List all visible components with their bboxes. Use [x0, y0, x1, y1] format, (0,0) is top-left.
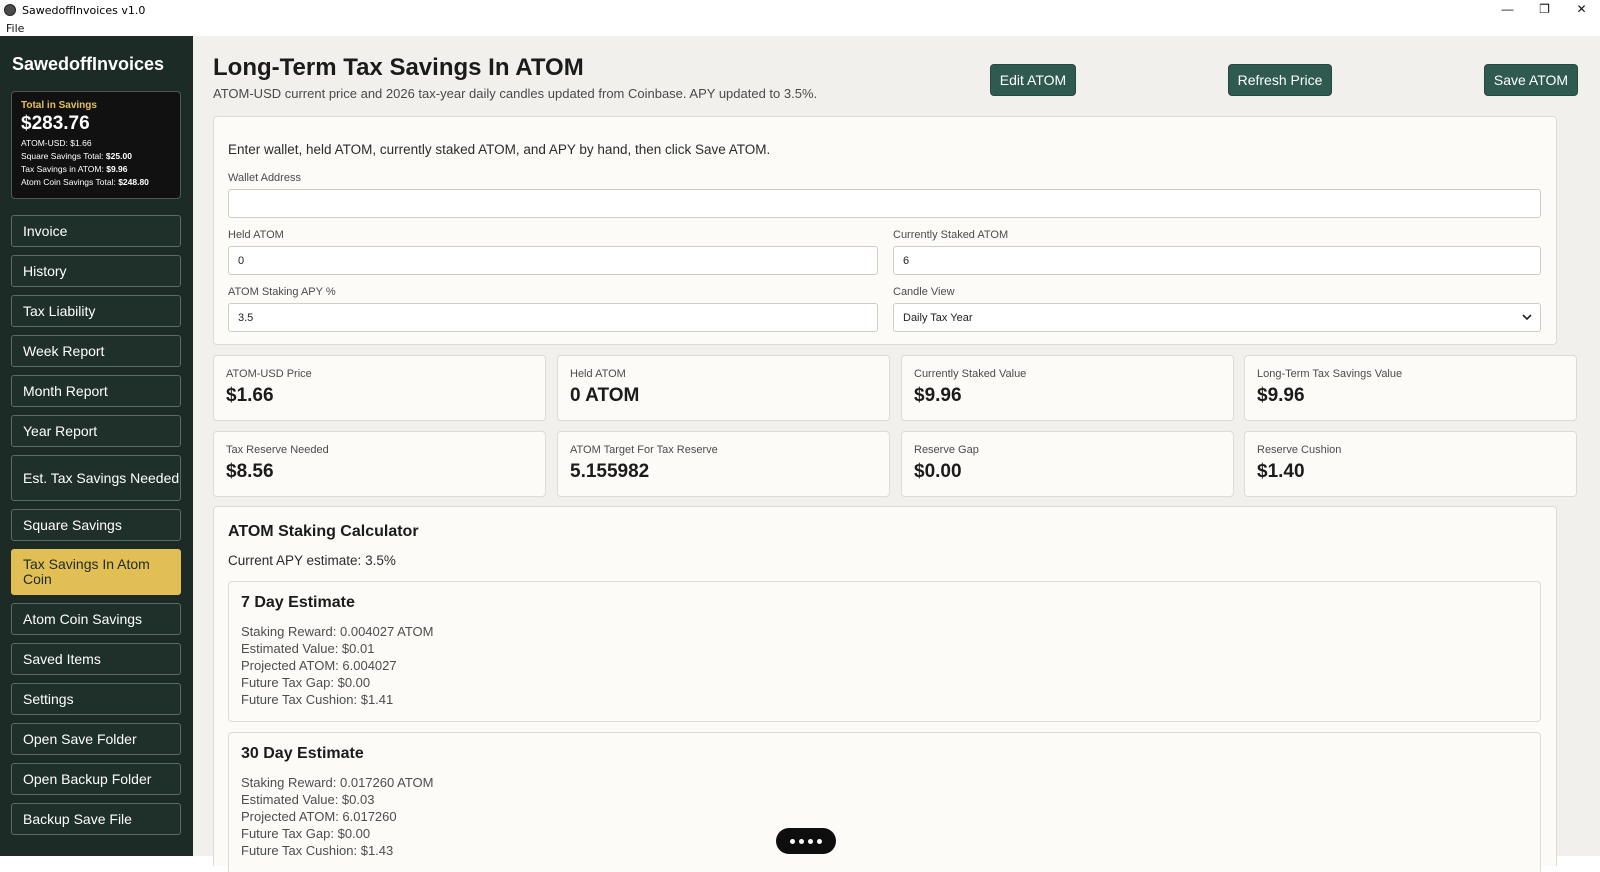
sidebar-item-history[interactable]: History	[11, 255, 181, 287]
staked-atom-label: Currently Staked ATOM	[893, 229, 1009, 241]
summary-line-square: Square Savings Total: $25.00	[21, 151, 132, 161]
sidebar-item-settings[interactable]: Settings	[11, 683, 181, 715]
sidebar-item-backup-save-file[interactable]: Backup Save File	[11, 803, 181, 835]
sidebar-item-est-tax-savings[interactable]: Est. Tax Savings Needed	[11, 455, 181, 501]
estimate-30-day: 30 Day Estimate Staking Reward: 0.017260…	[228, 732, 1541, 872]
sidebar-nav: Invoice History Tax Liability Week Repor…	[11, 215, 181, 843]
title-bar: SawedoffInvoices v1.0 — ❐ ✕	[0, 0, 1600, 20]
sidebar-item-open-save-folder[interactable]: Open Save Folder	[11, 723, 181, 755]
sidebar-item-square-savings[interactable]: Square Savings	[11, 509, 181, 541]
atom-form-card: Enter wallet, held ATOM, currently stake…	[213, 116, 1557, 345]
staking-apy-input[interactable]: 3.5	[228, 303, 878, 332]
menu-file[interactable]: File	[6, 22, 24, 35]
wallet-address-label: Wallet Address	[228, 172, 301, 184]
sidebar-item-invoice[interactable]: Invoice	[11, 215, 181, 247]
held-atom-input[interactable]: 0	[228, 246, 878, 275]
page-subtitle: ATOM-USD current price and 2026 tax-year…	[213, 86, 818, 101]
refresh-price-button[interactable]: Refresh Price	[1228, 64, 1332, 96]
stat-reserve-gap: Reserve Gap $0.00	[901, 431, 1234, 497]
summary-total: $283.76	[21, 113, 90, 134]
window-title: SawedoffInvoices v1.0	[22, 3, 146, 17]
calculator-title: ATOM Staking Calculator	[228, 523, 419, 540]
close-icon[interactable]: ✕	[1563, 0, 1600, 18]
estimate-7-day: 7 Day Estimate Staking Reward: 0.004027 …	[228, 581, 1541, 722]
sidebar-item-tax-liability[interactable]: Tax Liability	[11, 295, 181, 327]
sidebar-item-tax-savings-atom[interactable]: Tax Savings In Atom Coin	[11, 549, 181, 595]
sidebar: SawedoffInvoices Total in Savings $283.7…	[0, 36, 193, 856]
sidebar-item-month-report[interactable]: Month Report	[11, 375, 181, 407]
stat-tax-reserve-needed: Tax Reserve Needed $8.56	[213, 431, 546, 497]
brand-title: SawedoffInvoices	[12, 54, 165, 74]
savings-summary: Total in Savings $283.76 ATOM-USD: $1.66…	[11, 91, 181, 199]
calculator-apy-text: Current APY estimate: 3.5%	[228, 553, 396, 568]
form-instructions: Enter wallet, held ATOM, currently stake…	[228, 142, 771, 157]
staked-atom-input[interactable]: 6	[893, 246, 1541, 275]
restore-icon[interactable]: ❐	[1526, 0, 1563, 18]
staking-apy-label: ATOM Staking APY %	[228, 286, 336, 298]
app-icon	[4, 4, 16, 16]
edit-atom-button[interactable]: Edit ATOM	[990, 64, 1076, 96]
summary-line-atom-coin: Atom Coin Savings Total: $248.80	[21, 177, 149, 187]
chevron-down-icon	[1522, 314, 1532, 321]
main-content: Long-Term Tax Savings In ATOM ATOM-USD c…	[193, 36, 1588, 872]
save-atom-button[interactable]: Save ATOM	[1484, 64, 1578, 96]
summary-line-tax-atom: Tax Savings in ATOM: $9.96	[21, 164, 128, 174]
stat-long-term-savings: Long-Term Tax Savings Value $9.96	[1244, 355, 1577, 421]
stat-reserve-cushion: Reserve Cushion $1.40	[1244, 431, 1577, 497]
drag-dot-icon	[799, 838, 804, 844]
candle-view-value: Daily Tax Year	[903, 311, 973, 324]
drag-dot-icon	[817, 838, 822, 844]
drag-dot-icon	[790, 838, 795, 844]
summary-label: Total in Savings	[21, 100, 97, 111]
sidebar-item-atom-coin-savings[interactable]: Atom Coin Savings	[11, 603, 181, 635]
staking-calculator-card: ATOM Staking Calculator Current APY esti…	[213, 506, 1557, 872]
window-controls: — ❐ ✕	[1489, 0, 1600, 20]
drag-handle[interactable]	[776, 828, 836, 854]
main-scrollbar[interactable]	[1588, 36, 1600, 856]
held-atom-label: Held ATOM	[228, 229, 284, 241]
wallet-address-input[interactable]	[228, 189, 1541, 218]
page-title: Long-Term Tax Savings In ATOM	[213, 54, 584, 81]
sidebar-item-saved-items[interactable]: Saved Items	[11, 643, 181, 675]
stat-held-atom: Held ATOM 0 ATOM	[557, 355, 890, 421]
candle-view-select[interactable]: Daily Tax Year	[893, 303, 1541, 332]
stat-atom-target: ATOM Target For Tax Reserve 5.155982	[557, 431, 890, 497]
summary-line-atom-usd: ATOM-USD: $1.66	[21, 138, 92, 148]
sidebar-item-year-report[interactable]: Year Report	[11, 415, 181, 447]
stat-atom-usd-price: ATOM-USD Price $1.66	[213, 355, 546, 421]
sidebar-item-open-backup-folder[interactable]: Open Backup Folder	[11, 763, 181, 795]
minimize-icon[interactable]: —	[1489, 0, 1526, 18]
stat-staked-value: Currently Staked Value $9.96	[901, 355, 1234, 421]
drag-dot-icon	[808, 838, 813, 844]
candle-view-label: Candle View	[893, 286, 955, 298]
sidebar-item-week-report[interactable]: Week Report	[11, 335, 181, 367]
menu-bar: File	[0, 20, 1600, 36]
